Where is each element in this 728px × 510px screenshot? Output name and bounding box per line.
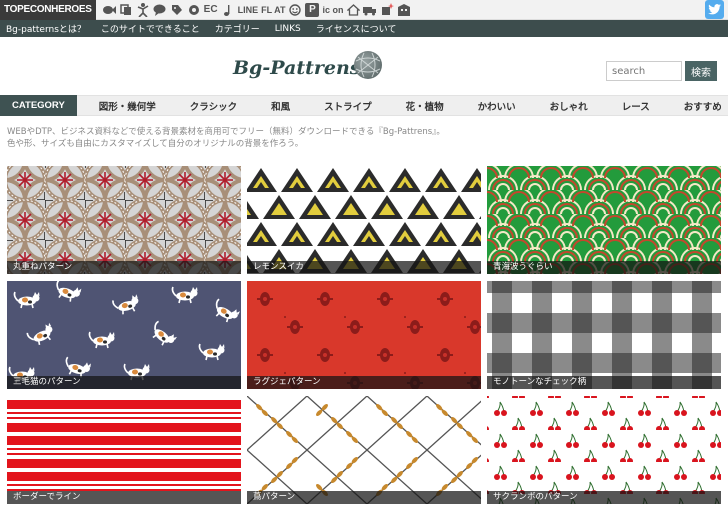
- pattern-tile-ivy[interactable]: 蔦パターン: [247, 396, 481, 504]
- house-icon[interactable]: [346, 3, 360, 17]
- ec-icon[interactable]: EC: [204, 3, 218, 17]
- pattern-tile-seigaiha[interactable]: 青海波うぐらい: [487, 166, 721, 274]
- cherry-pattern-image: [487, 396, 721, 504]
- twitter-icon[interactable]: [705, 0, 724, 19]
- category-heading: CATEGORY: [0, 95, 77, 116]
- tile-label: 青海波うぐらい: [487, 261, 721, 274]
- nav-about[interactable]: Bg-patternsとは？: [6, 22, 86, 35]
- site-header: Bg-Pattrens 検索: [0, 37, 728, 95]
- speech-bubble-icon[interactable]: [153, 3, 167, 17]
- category-stylish[interactable]: おしゃれ: [550, 99, 588, 113]
- pattern-tile-calico-cats[interactable]: 三毛猫のパターン: [7, 281, 241, 389]
- sub-navigation: Bg-patternsとは？ このサイトでできること カテゴリー LINKS ラ…: [0, 20, 728, 37]
- category-recommended[interactable]: おすすめ: [684, 99, 722, 113]
- triangle-pattern-image: [247, 166, 481, 274]
- nav-features[interactable]: このサイトでできること: [101, 22, 200, 35]
- category-bar: CATEGORY 図形・幾何学 クラシック 和風 ストライプ 花・植物 かわいい…: [0, 95, 728, 116]
- nav-category[interactable]: カテゴリー: [215, 22, 260, 35]
- tile-label: 三毛猫のパターン: [7, 376, 241, 389]
- nav-links[interactable]: LINKS: [275, 24, 301, 34]
- logo-ball-icon: [354, 51, 382, 79]
- flower-icon[interactable]: [187, 3, 201, 17]
- pattern-tile-luxury[interactable]: ラグジェパターン: [247, 281, 481, 389]
- tile-label: モノトーンなチェック柄: [487, 376, 721, 389]
- category-japanese[interactable]: 和風: [271, 99, 290, 113]
- tile-label: サクランボのパターン: [487, 491, 721, 504]
- tile-label: レモンスイカ: [247, 261, 481, 274]
- description-line-1: WEBやDTP、ビジネス資料などで使える背景素材を商用可でフリー（無料）ダウンロ…: [7, 127, 445, 137]
- search-button[interactable]: 検索: [685, 61, 717, 81]
- category-lace[interactable]: レース: [622, 99, 650, 113]
- cats-pattern-image: [7, 281, 241, 389]
- category-flower[interactable]: 花・植物: [406, 99, 444, 113]
- seigaiha-pattern-image: [487, 166, 721, 274]
- category-stripe[interactable]: ストライプ: [324, 99, 372, 113]
- site-description: WEBやDTP、ビジネス資料などで使える背景素材を商用可でフリー（無料）ダウンロ…: [7, 126, 721, 150]
- search-input[interactable]: [606, 61, 682, 81]
- pattern-tile-circles[interactable]: 丸重ねパターン: [7, 166, 241, 274]
- check-pattern-image: [487, 281, 721, 389]
- category-cute[interactable]: かわいい: [478, 99, 516, 113]
- category-classic[interactable]: クラシック: [190, 99, 237, 113]
- copy-icon[interactable]: [119, 3, 133, 17]
- stripe-pattern-image: [7, 396, 241, 504]
- pattern-tile-monotone-check[interactable]: モノトーンなチェック柄: [487, 281, 721, 389]
- site-logo[interactable]: Bg-Pattrens: [233, 57, 360, 79]
- pattern-tile-lemon-watermelon[interactable]: レモンスイカ: [247, 166, 481, 274]
- building-icon[interactable]: [397, 3, 411, 17]
- smiley-icon[interactable]: [288, 3, 302, 17]
- site-icons: EC LINE FL AT P ic on: [96, 2, 412, 17]
- sparkle-icon[interactable]: [380, 3, 394, 17]
- pattern-tile-border-line[interactable]: ボーダーでライン: [7, 396, 241, 504]
- brand-link[interactable]: TOPECONHEROES: [0, 0, 96, 20]
- flat-icon[interactable]: FL AT: [261, 3, 285, 17]
- circles-pattern-image: [7, 166, 241, 274]
- icon-text-icon[interactable]: ic on: [322, 3, 343, 17]
- price-tag-icon[interactable]: [170, 3, 184, 17]
- tile-label: ラグジェパターン: [247, 376, 481, 389]
- fish-icon[interactable]: [102, 3, 116, 17]
- dancer-icon[interactable]: [136, 2, 150, 17]
- nav-license[interactable]: ライセンスについて: [316, 22, 397, 35]
- p-icon[interactable]: P: [305, 2, 320, 17]
- truck-icon[interactable]: [363, 3, 377, 17]
- category-geometric[interactable]: 図形・幾何学: [99, 99, 156, 113]
- ivy-pattern-image: [247, 396, 481, 504]
- damask-pattern-image: [247, 281, 481, 389]
- description-line-2: 色や形、サイズも自由にカスタマイズして自分のオリジナルの背景を作ろう。: [7, 139, 304, 149]
- tile-label: 蔦パターン: [247, 491, 481, 504]
- tile-label: ボーダーでライン: [7, 491, 241, 504]
- music-note-icon[interactable]: [221, 3, 235, 17]
- line-icon[interactable]: LINE: [238, 3, 259, 17]
- pattern-tile-cherries[interactable]: サクランボのパターン: [487, 396, 721, 504]
- tile-label: 丸重ねパターン: [7, 261, 241, 274]
- top-icon-bar: TOPECONHEROES EC LINE FL AT P ic on: [0, 0, 728, 20]
